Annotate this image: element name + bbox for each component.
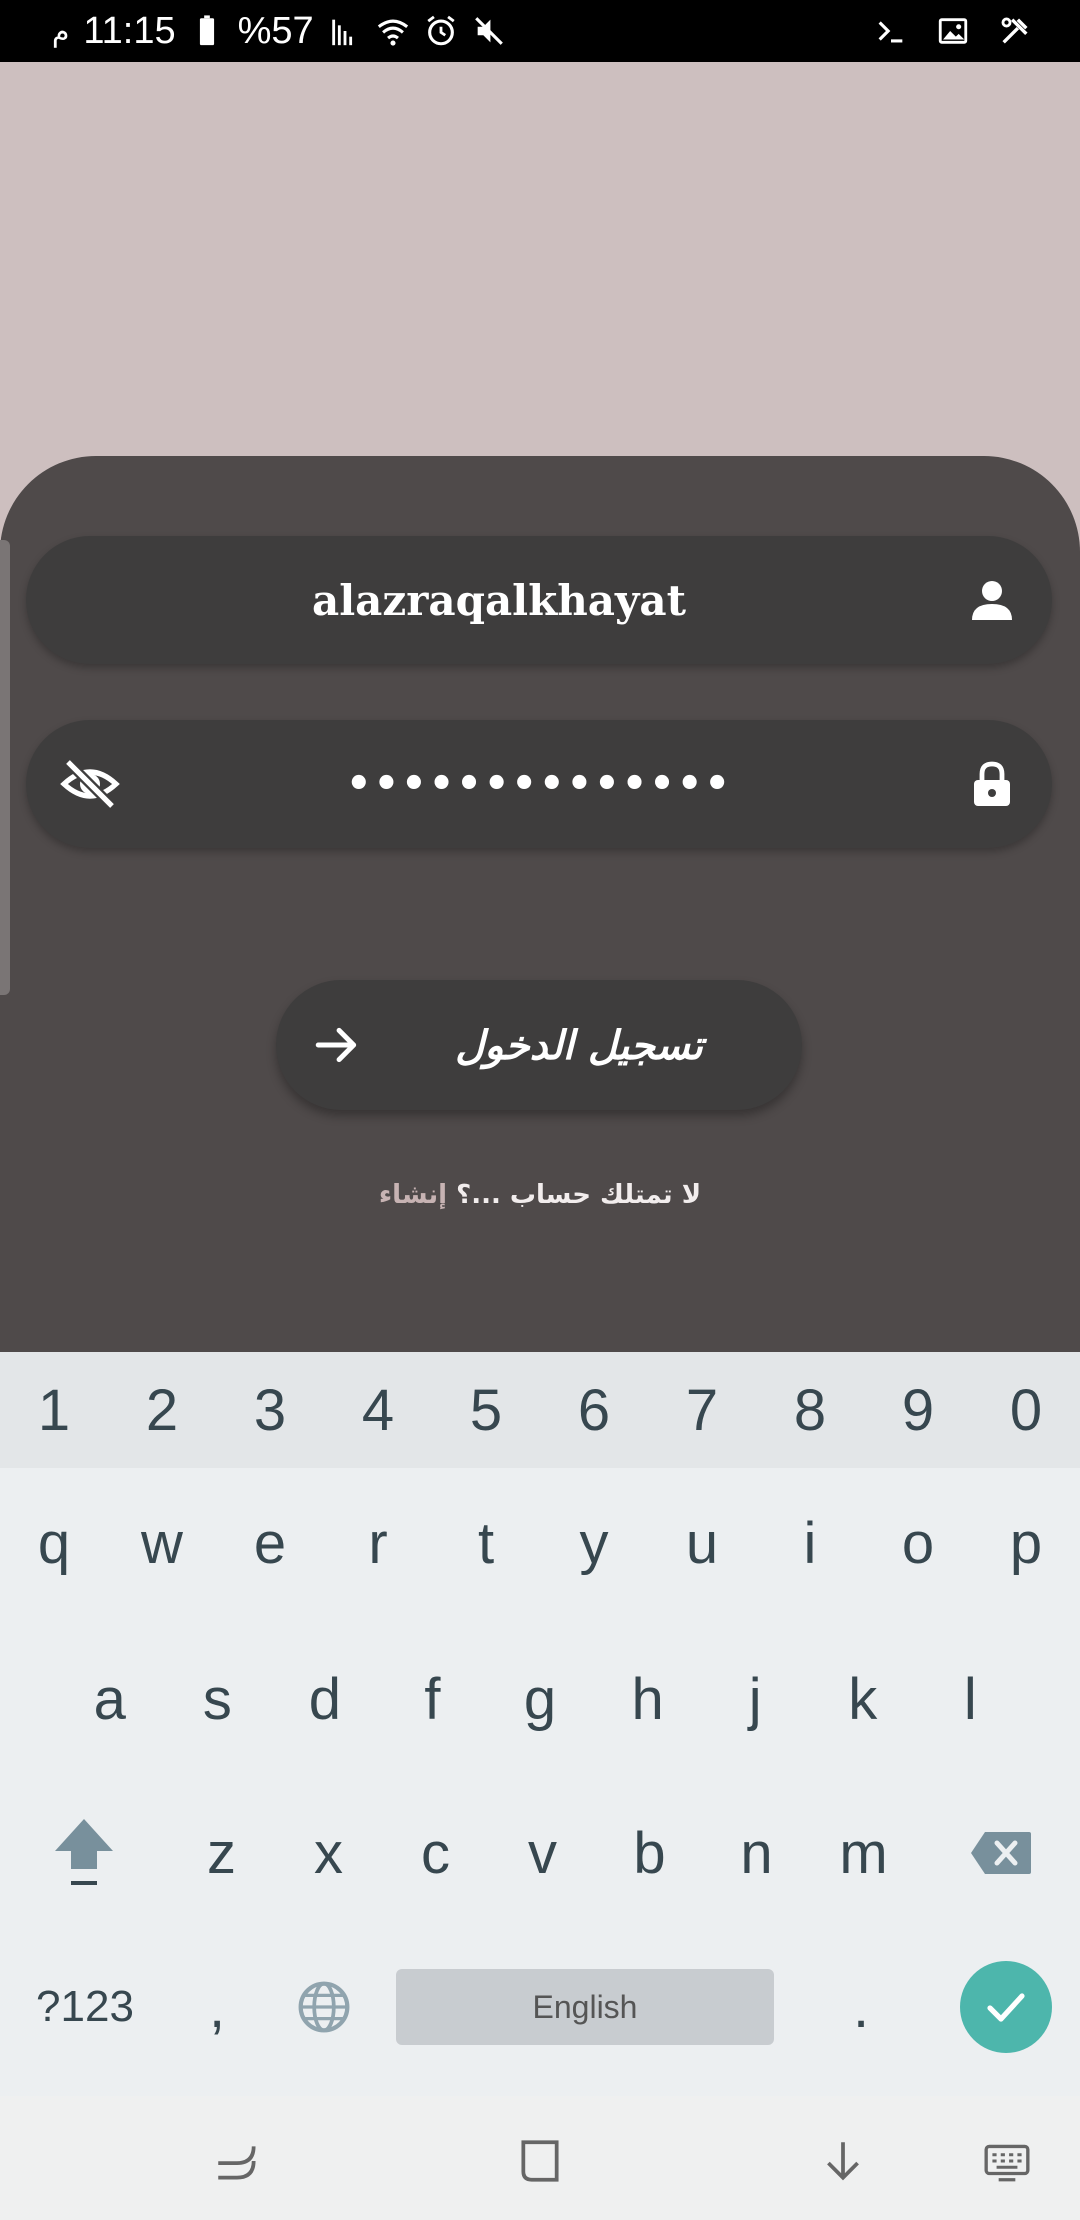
check-icon (987, 1993, 1025, 2022)
enter-key-circle (960, 1961, 1052, 2053)
tools-icon (1001, 17, 1028, 44)
key-a[interactable]: a (56, 1624, 164, 1774)
person-icon (972, 581, 1012, 620)
hide-keyboard-icon[interactable] (818, 2136, 868, 2186)
key-l[interactable]: l (917, 1624, 1025, 1774)
bottom-row: ?123 , English . (0, 1932, 1080, 2082)
key-g[interactable]: g (486, 1624, 594, 1774)
key-8[interactable]: 8 (756, 1352, 864, 1468)
clock: 11:15 (83, 9, 176, 52)
recent-apps-icon[interactable] (212, 2136, 262, 2186)
home-icon[interactable] (515, 2136, 565, 2186)
key-f[interactable]: f (379, 1624, 487, 1774)
backspace-icon (971, 1832, 1031, 1874)
key-n[interactable]: n (703, 1778, 810, 1928)
globe-icon (298, 1981, 350, 2033)
key-z[interactable]: z (168, 1778, 275, 1928)
wifi-icon (377, 19, 408, 46)
keyboard-switch-icon[interactable] (982, 2136, 1032, 2186)
number-row: 1 2 3 4 5 6 7 8 9 0 (0, 1352, 1080, 1468)
key-3[interactable]: 3 (216, 1352, 324, 1468)
key-w[interactable]: w (108, 1468, 216, 1618)
edge-panel-handle[interactable] (0, 540, 10, 995)
image-icon (938, 18, 968, 44)
key-5[interactable]: 5 (432, 1352, 540, 1468)
key-d[interactable]: d (271, 1624, 379, 1774)
key-o[interactable]: o (864, 1468, 972, 1618)
battery-icon (199, 15, 214, 46)
password-value: •••••••••••••• (346, 761, 732, 807)
key-u[interactable]: u (648, 1468, 756, 1618)
key-9[interactable]: 9 (864, 1352, 972, 1468)
period-key[interactable]: . (786, 1932, 936, 2082)
alarm-icon (427, 15, 455, 46)
key-i[interactable]: i (756, 1468, 864, 1618)
key-c[interactable]: c (382, 1778, 489, 1928)
key-1[interactable]: 1 (0, 1352, 108, 1468)
key-y[interactable]: y (540, 1468, 648, 1618)
key-2[interactable]: 2 (108, 1352, 216, 1468)
status-bar: م 11:15 %57 (0, 0, 1080, 62)
key-t[interactable]: t (432, 1468, 540, 1618)
letter-row-1: q w e r t y u i o p (0, 1468, 1080, 1618)
signal-icon (331, 19, 352, 46)
terminal-icon (878, 21, 903, 43)
space-key[interactable]: English (396, 1932, 774, 2082)
username-value: alazraqalkhayat (312, 575, 686, 625)
backspace-key[interactable] (917, 1778, 1080, 1928)
key-r[interactable]: r (324, 1468, 432, 1618)
arrow-right-icon (315, 1027, 357, 1063)
space-key-label: English (396, 1969, 774, 2045)
key-x[interactable]: x (275, 1778, 382, 1928)
login-button-label: تسجيل الدخول (455, 1021, 703, 1069)
navigation-bar (0, 2096, 1080, 2220)
key-p[interactable]: p (972, 1468, 1080, 1618)
carrier-label: م (52, 15, 70, 47)
enter-key[interactable] (936, 1932, 1076, 2082)
letter-row-2: a s d f g h j k l (56, 1624, 1024, 1774)
key-s[interactable]: s (164, 1624, 272, 1774)
symbols-key[interactable]: ?123 (0, 1932, 170, 2082)
mute-icon (474, 17, 503, 45)
key-b[interactable]: b (596, 1778, 703, 1928)
shift-icon (55, 1819, 113, 1885)
lock-icon (974, 761, 1010, 806)
key-6[interactable]: 6 (540, 1352, 648, 1468)
letter-row-3: z x c v b n m (0, 1778, 1080, 1928)
key-e[interactable]: e (216, 1468, 324, 1618)
comma-key[interactable]: , (170, 1932, 264, 2082)
login-button[interactable]: تسجيل الدخول (276, 980, 802, 1110)
key-m[interactable]: m (810, 1778, 917, 1928)
soft-keyboard: 1 2 3 4 5 6 7 8 9 0 q w e r t y u i o p … (0, 1352, 1080, 2096)
signup-link[interactable]: إنشاء (379, 1180, 447, 1210)
key-0[interactable]: 0 (972, 1352, 1080, 1468)
signup-question: لا تمتلك حساب ...؟ (456, 1180, 702, 1210)
key-7[interactable]: 7 (648, 1352, 756, 1468)
username-field[interactable]: alazraqalkhayat (26, 536, 1052, 664)
key-v[interactable]: v (489, 1778, 596, 1928)
shift-key[interactable] (0, 1778, 168, 1928)
key-k[interactable]: k (809, 1624, 917, 1774)
key-q[interactable]: q (0, 1468, 108, 1618)
language-key[interactable] (264, 1932, 384, 2082)
password-field[interactable]: •••••••••••••• (26, 720, 1052, 848)
key-j[interactable]: j (701, 1624, 809, 1774)
battery-percent: %57 (237, 9, 314, 52)
key-h[interactable]: h (594, 1624, 702, 1774)
key-4[interactable]: 4 (324, 1352, 432, 1468)
signup-prompt: لا تمتلك حساب ...؟ إنشاء (0, 1180, 1080, 1210)
